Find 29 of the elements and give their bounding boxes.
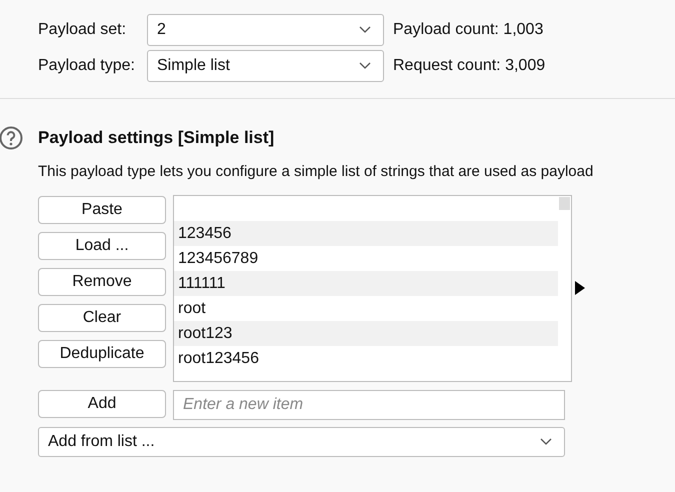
list-item[interactable]: root123 xyxy=(174,321,558,346)
field-label: Payload type: xyxy=(38,57,136,75)
new-item-field[interactable]: Enter a new item xyxy=(173,390,565,420)
list-item[interactable]: root xyxy=(174,296,558,321)
section-title: Payload settings [Simple list] xyxy=(38,128,274,148)
payload-list[interactable]: 123456 123456789 111111 root root123 root123456 xyxy=(173,195,572,382)
list-item[interactable]: 123456789 xyxy=(174,246,558,271)
request-count-text: Request count: 3,009 xyxy=(393,57,546,75)
scrollbar-thumb[interactable] xyxy=(559,197,570,210)
field-label: Payload set: xyxy=(38,21,128,39)
help-icon[interactable] xyxy=(0,126,23,150)
payload-type-dropdown[interactable]: Simple list xyxy=(147,50,384,82)
action-button[interactable]: Load ... xyxy=(38,232,166,260)
chevron-down-icon xyxy=(540,438,552,446)
chevron-down-icon xyxy=(359,62,371,70)
triangle-pointer-icon xyxy=(575,281,585,295)
list-item[interactable]: 123456 xyxy=(174,221,558,246)
list-item[interactable]: 111111 xyxy=(174,271,558,296)
payload-count-text: Payload count: 1,003 xyxy=(393,21,544,39)
action-button[interactable]: Remove xyxy=(38,268,166,296)
action-button[interactable]: Deduplicate xyxy=(38,340,166,368)
chevron-down-icon xyxy=(359,26,371,34)
add-from-list-dropdown[interactable]: Add from list ... xyxy=(38,427,565,457)
action-button[interactable]: Paste xyxy=(38,196,166,224)
add-button[interactable]: Add xyxy=(38,390,166,418)
action-button[interactable]: Clear xyxy=(38,304,166,332)
payload-set-dropdown[interactable]: 2 xyxy=(147,14,384,46)
list-item[interactable]: root123456 xyxy=(174,346,558,371)
description-text: This payload type lets you configure a simple list of strings that are used as payload xyxy=(38,163,594,180)
